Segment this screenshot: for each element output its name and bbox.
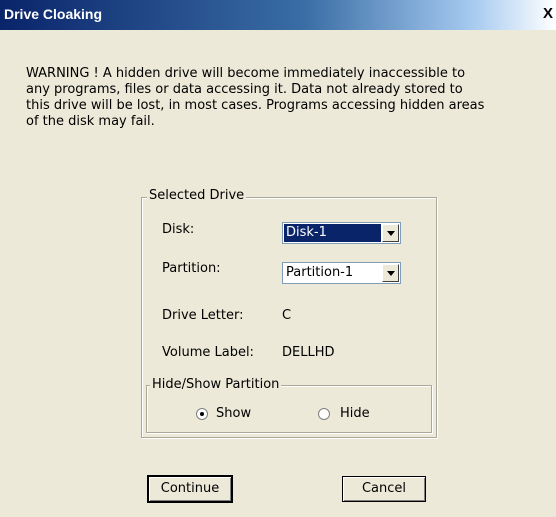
cancel-button[interactable]: Cancel xyxy=(342,476,426,502)
show-radio-label[interactable]: Show xyxy=(216,406,251,421)
volume-label-value: DELLHD xyxy=(282,345,335,360)
close-icon[interactable]: X xyxy=(540,4,556,24)
disk-dropdown-value: Disk-1 xyxy=(284,224,381,242)
drive-cloaking-dialog: Drive Cloaking X WARNING ! A hidden driv… xyxy=(0,0,556,517)
window-title: Drive Cloaking xyxy=(4,6,103,22)
hide-radio[interactable] xyxy=(318,408,330,420)
continue-button[interactable]: Continue xyxy=(147,475,233,503)
partition-label: Partition: xyxy=(162,261,221,276)
disk-dropdown[interactable]: Disk-1 xyxy=(282,222,401,244)
chevron-down-icon[interactable] xyxy=(382,264,399,282)
partition-dropdown-value: Partition-1 xyxy=(286,265,354,280)
hide-radio-label[interactable]: Hide xyxy=(340,406,370,421)
show-radio[interactable] xyxy=(196,408,208,420)
hide-show-group xyxy=(146,385,432,433)
drive-letter-value: C xyxy=(282,308,292,323)
disk-label: Disk: xyxy=(162,222,195,237)
drive-letter-label: Drive Letter: xyxy=(162,308,244,323)
selected-drive-legend: Selected Drive xyxy=(147,188,247,203)
partition-dropdown[interactable]: Partition-1 xyxy=(282,262,401,284)
title-bar: Drive Cloaking xyxy=(0,0,556,30)
chevron-down-icon[interactable] xyxy=(382,224,399,242)
volume-label-label: Volume Label: xyxy=(162,345,254,360)
warning-text: WARNING ! A hidden drive will become imm… xyxy=(26,66,485,129)
hide-show-legend: Hide/Show Partition xyxy=(150,377,282,392)
